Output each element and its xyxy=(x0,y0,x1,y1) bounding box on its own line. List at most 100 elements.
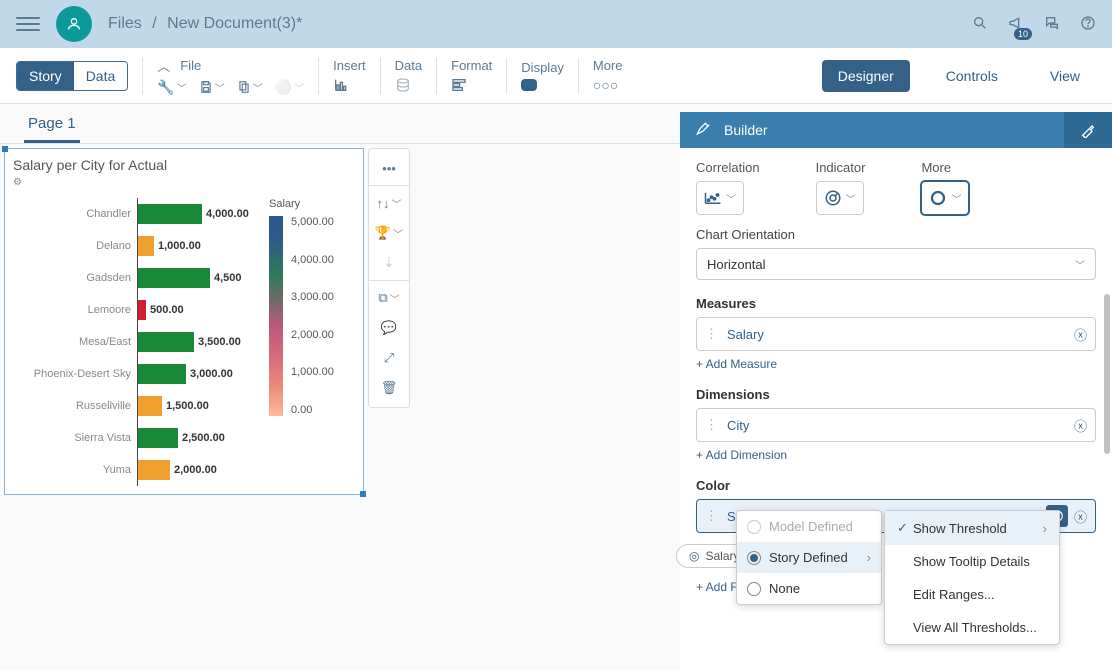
styling-tab-icon[interactable] xyxy=(1064,112,1112,148)
drag-handle-icon[interactable]: ⋮ xyxy=(705,417,719,433)
viz-more-button[interactable]: ﹀ xyxy=(921,181,969,215)
comment-chart-icon[interactable]: 💬 xyxy=(369,313,409,343)
chart-menu-icon[interactable]: ••• xyxy=(369,153,409,183)
bar-row[interactable]: 4,000.00 xyxy=(138,198,263,230)
mode-toggle: Story Data xyxy=(16,61,128,91)
breadcrumb-current[interactable]: New Document(3)* xyxy=(167,15,302,32)
bar[interactable] xyxy=(138,300,146,320)
submenu-show-threshold[interactable]: ✓Show Threshold› xyxy=(885,511,1059,545)
remove-measure-icon[interactable]: ⓧ xyxy=(1074,325,1087,344)
viz-indicator-label: Indicator xyxy=(816,160,866,175)
help-icon[interactable] xyxy=(1080,15,1096,34)
bar-label: Yuma xyxy=(11,454,131,486)
mode-story[interactable]: Story xyxy=(17,62,74,90)
save-icon[interactable]: ﹀ xyxy=(199,80,225,95)
orientation-select[interactable]: Horizontal ﹀ xyxy=(696,248,1096,280)
submenu-edit-ranges[interactable]: Edit Ranges... xyxy=(885,578,1059,611)
discuss-icon[interactable] xyxy=(1044,15,1060,34)
submenu-show-tooltip[interactable]: Show Tooltip Details xyxy=(885,545,1059,578)
bar-label: Mesa/East xyxy=(11,326,131,358)
data-group: Data xyxy=(395,58,422,93)
drag-handle-icon[interactable]: ⋮ xyxy=(705,326,719,342)
viz-indicator-button[interactable]: ﹀ xyxy=(816,181,864,215)
shell-left: Files / New Document(3)* xyxy=(16,6,302,42)
bar-value: 1,500.00 xyxy=(166,400,209,412)
bar[interactable] xyxy=(138,428,178,448)
bar[interactable] xyxy=(138,396,162,416)
bar-row[interactable]: 1,500.00 xyxy=(138,390,263,422)
measures-label: Measures xyxy=(696,296,1096,311)
search-icon[interactable] xyxy=(972,15,988,34)
format-icon[interactable] xyxy=(451,77,467,93)
bar-label: Phoenix-Desert Sky xyxy=(11,358,131,390)
builder-header: Builder xyxy=(680,112,1112,148)
popup-story-defined[interactable]: Story Defined› xyxy=(737,542,881,573)
drill-icon[interactable]: ⇣ xyxy=(369,248,409,278)
avatar[interactable] xyxy=(56,6,92,42)
bar[interactable] xyxy=(138,460,170,480)
toolbar-right: Designer Controls View xyxy=(822,60,1096,92)
add-measure-link[interactable]: + Add Measure xyxy=(696,357,777,371)
share-icon[interactable]: ⚪﹀ xyxy=(275,79,304,96)
chart-insert-icon[interactable] xyxy=(333,77,349,93)
designer-button[interactable]: Designer xyxy=(822,60,910,92)
dimension-chip[interactable]: ⋮ City ⓧ xyxy=(696,408,1096,442)
color-label: Color xyxy=(696,478,1096,493)
copy-icon[interactable]: ﹀ xyxy=(237,80,263,95)
bar[interactable] xyxy=(138,268,210,288)
tools-icon xyxy=(696,122,712,138)
bar-row[interactable]: 4,500 xyxy=(138,262,263,294)
mode-data[interactable]: Data xyxy=(74,62,128,90)
chart-toolbar: ••• ↑↓ ﹀ 🏆 ﹀ ⇣ ⧉ ﹀ 💬 ⤢ 🗑 xyxy=(368,148,410,408)
more-dots-icon[interactable]: ○○○ xyxy=(593,77,618,93)
breadcrumb-sep: / xyxy=(152,15,156,32)
bar[interactable] xyxy=(138,332,194,352)
rank-icon[interactable]: 🏆 ﹀ xyxy=(369,218,409,248)
breadcrumb-root[interactable]: Files xyxy=(108,15,142,32)
drag-handle-icon[interactable]: ⋮ xyxy=(705,508,719,524)
sort-icon[interactable]: ↑↓ ﹀ xyxy=(369,188,409,218)
viz-more-label: More xyxy=(921,160,969,175)
popup-none[interactable]: None xyxy=(737,573,881,604)
bar[interactable] xyxy=(138,364,186,384)
bar[interactable] xyxy=(138,236,154,256)
chart-card[interactable]: Salary per City for Actual ⚙ ChandlerDel… xyxy=(4,148,364,495)
scrollbar[interactable] xyxy=(1102,274,1112,514)
bar-value: 2,000.00 xyxy=(174,464,217,476)
breadcrumb: Files / New Document(3)* xyxy=(108,15,302,33)
delete-icon[interactable]: 🗑 xyxy=(369,373,409,403)
bar-row[interactable]: 2,000.00 xyxy=(138,454,263,486)
bar-row[interactable]: 1,000.00 xyxy=(138,230,263,262)
submenu-view-all[interactable]: View All Thresholds... xyxy=(885,611,1059,644)
bar-row[interactable]: 3,500.00 xyxy=(138,326,263,358)
remove-dimension-icon[interactable]: ⓧ xyxy=(1074,416,1087,435)
remove-color-icon[interactable]: ⓧ xyxy=(1074,507,1087,526)
bar-value: 3,500.00 xyxy=(198,336,241,348)
data-stack-icon[interactable] xyxy=(395,77,411,93)
collapse-chevron-icon[interactable]: ︿ xyxy=(157,56,170,75)
menu-icon[interactable] xyxy=(16,12,40,36)
bar-value: 2,500.00 xyxy=(182,432,225,444)
fullscreen-icon[interactable]: ⤢ xyxy=(369,343,409,373)
bar-label: Russellville xyxy=(11,390,131,422)
check-icon: ✓ xyxy=(897,520,913,536)
bar-row[interactable]: 2,500.00 xyxy=(138,422,263,454)
copy-chart-icon[interactable]: ⧉ ﹀ xyxy=(369,283,409,313)
measure-chip[interactable]: ⋮ Salary ⓧ xyxy=(696,317,1096,351)
megaphone-icon[interactable]: 10 xyxy=(1008,15,1024,34)
controls-button[interactable]: Controls xyxy=(930,60,1014,92)
file-label: File xyxy=(180,58,201,73)
wrench-icon[interactable]: 🔧﹀ xyxy=(157,79,186,96)
view-button[interactable]: View xyxy=(1034,60,1096,92)
add-dimension-link[interactable]: + Add Dimension xyxy=(696,448,787,462)
viz-correlation-button[interactable]: ﹀ xyxy=(696,181,744,215)
chart-bars: ChandlerDelanoGadsdenLemooreMesa/EastPho… xyxy=(11,198,263,486)
bar[interactable] xyxy=(138,204,202,224)
bar-row[interactable]: 500.00 xyxy=(138,294,263,326)
comment-icon[interactable] xyxy=(521,79,537,91)
bar-row[interactable]: 3,000.00 xyxy=(138,358,263,390)
legend-title: Salary xyxy=(269,198,349,210)
legend-tick: 4,000.00 xyxy=(291,254,334,266)
page-tab-1[interactable]: Page 1 xyxy=(24,107,80,143)
chart-settings-icon[interactable]: ⚙ xyxy=(11,177,357,188)
